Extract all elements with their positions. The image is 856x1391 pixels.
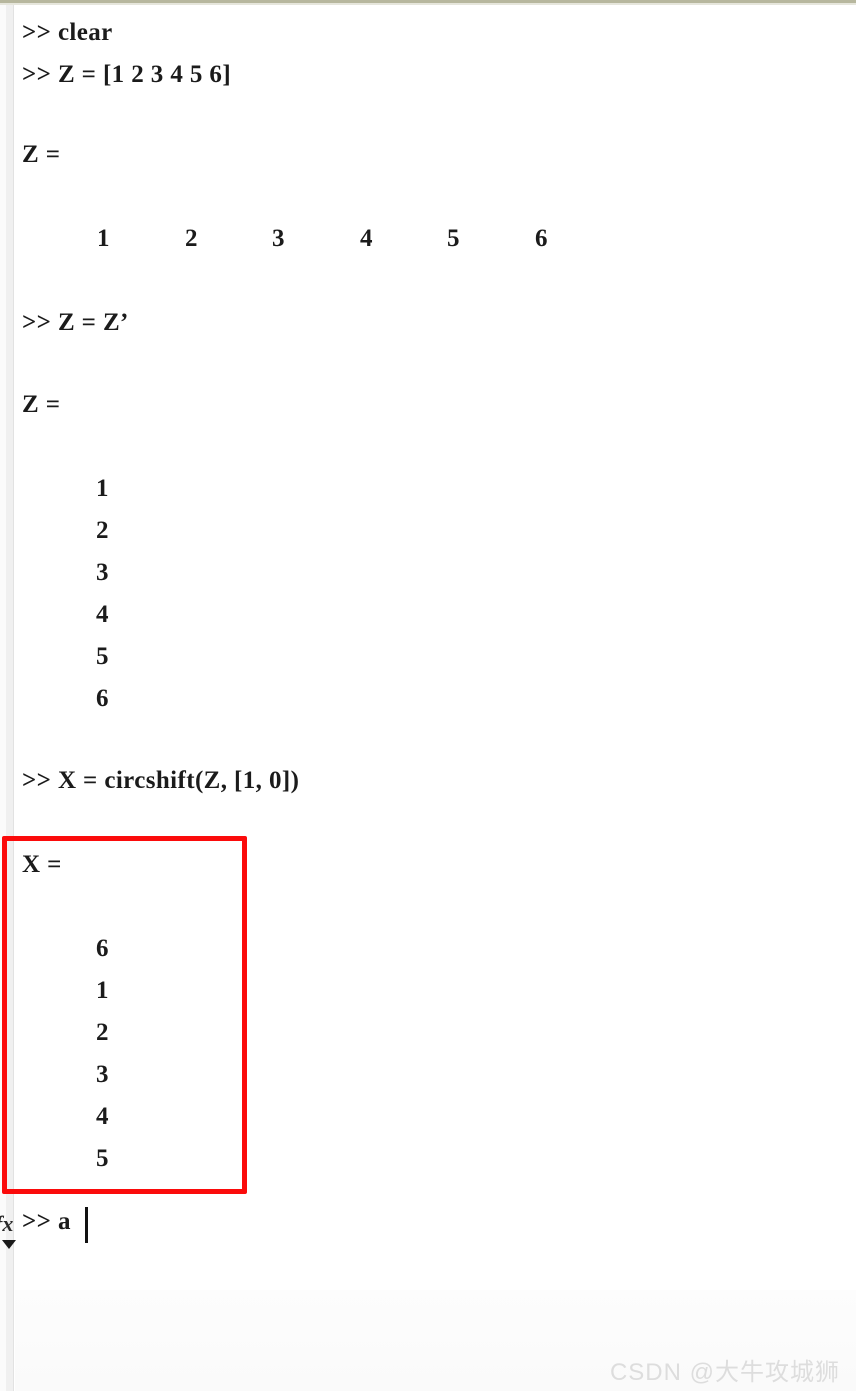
command-line-clear[interactable]: >> clear (22, 18, 113, 48)
command-window-gutter-inner (0, 5, 6, 1391)
z-col-value-1: 1 (96, 475, 109, 502)
command-line-circshift[interactable]: >> X = circshift(Z, [1, 0]) (22, 766, 299, 796)
z-col-value-4: 4 (96, 601, 109, 628)
z-col-value-5: 5 (96, 643, 109, 670)
command-line-transpose-z[interactable]: >> Z = Z’ (22, 308, 129, 338)
z-row-value-3: 3 (272, 225, 285, 252)
x-col-value-1: 6 (96, 935, 109, 962)
z-col-value-6: 6 (96, 685, 109, 712)
z-row-value-6: 6 (535, 225, 548, 252)
z-col-value-3: 3 (96, 559, 109, 586)
watermark: CSDN @大牛攻城狮 (609, 1359, 840, 1386)
z-row-value-5: 5 (447, 225, 460, 252)
x-col-value-2: 1 (96, 977, 109, 1004)
x-col-value-5: 4 (96, 1103, 109, 1130)
command-line-define-z[interactable]: >> Z = [1 2 3 4 5 6] (22, 60, 231, 90)
z-col-value-2: 2 (96, 517, 109, 544)
console-surface[interactable] (15, 5, 856, 1391)
x-col-value-6: 5 (96, 1145, 109, 1172)
matlab-command-window: >> clear >> Z = [1 2 3 4 5 6] Z = 1 2 3 … (0, 0, 856, 1391)
text-cursor (85, 1207, 88, 1243)
output-label-z-first: Z = (22, 141, 61, 168)
fx-icon[interactable]: fx (0, 1211, 17, 1237)
chevron-down-icon[interactable] (2, 1240, 16, 1249)
z-row-value-2: 2 (185, 225, 198, 252)
x-col-value-3: 2 (96, 1019, 109, 1046)
z-row-value-4: 4 (360, 225, 373, 252)
active-command-input[interactable]: >> a (22, 1207, 71, 1237)
x-col-value-4: 3 (96, 1061, 109, 1088)
output-label-z-second: Z = (22, 391, 61, 418)
output-label-x: X = (22, 851, 62, 878)
z-row-value-1: 1 (97, 225, 110, 252)
